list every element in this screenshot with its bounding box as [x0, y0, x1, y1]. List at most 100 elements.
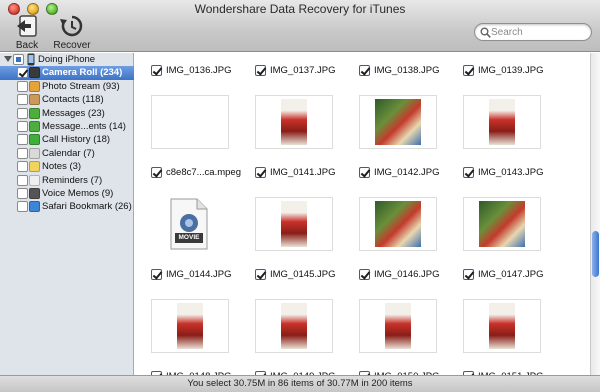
file-thumbnail[interactable]: [255, 197, 333, 251]
sidebar-item[interactable]: Calendar (7): [0, 147, 134, 160]
file-thumbnail[interactable]: MOVIE: [151, 197, 229, 251]
file-thumbnail[interactable]: [151, 95, 229, 149]
camera-icon: [29, 67, 40, 79]
file-checkbox[interactable]: [463, 167, 474, 178]
file-checkbox[interactable]: [359, 269, 370, 280]
sidebar-item-label: Message...ents (14): [42, 121, 126, 132]
file-name: IMG_0137.JPG: [270, 65, 336, 76]
file-thumbnail[interactable]: [255, 95, 333, 149]
photo-preview: [489, 99, 515, 145]
search-input[interactable]: [491, 25, 587, 39]
recover-button[interactable]: Recover: [45, 14, 99, 51]
sidebar-device-row[interactable]: Doing iPhone: [0, 53, 134, 66]
photo-preview: [385, 303, 411, 349]
voice-memos-icon: [29, 188, 40, 199]
sidebar-item[interactable]: Notes (3): [0, 160, 134, 173]
sidebar-item-checkbox[interactable]: [17, 174, 28, 186]
sidebar-item[interactable]: Safari Bookmark (26): [0, 200, 134, 213]
file-name: IMG_0142.JPG: [374, 167, 440, 178]
file-checkbox[interactable]: [151, 167, 162, 178]
file-checkbox[interactable]: [255, 167, 266, 178]
sidebar-item[interactable]: Reminders (7): [0, 174, 134, 187]
photo-preview: [375, 99, 421, 145]
file-thumbnail[interactable]: [463, 197, 541, 251]
file-name: IMG_0141.JPG: [270, 167, 336, 178]
back-icon: [17, 15, 37, 37]
phone-icon: [29, 134, 40, 146]
sidebar-item-checkbox[interactable]: [17, 147, 28, 159]
sidebar-item-checkbox[interactable]: [17, 188, 28, 199]
sidebar-item-label: Calendar (7): [42, 147, 95, 159]
file-thumbnail[interactable]: [359, 197, 437, 251]
sidebar-item-checkbox[interactable]: [17, 121, 28, 132]
file-checkbox[interactable]: [359, 167, 370, 178]
sidebar-item-checkbox[interactable]: [17, 201, 28, 213]
sidebar-item-checkbox[interactable]: [17, 94, 28, 106]
sidebar-item[interactable]: Call History (18): [0, 133, 134, 146]
file-name: IMG_0138.JPG: [374, 65, 440, 76]
sidebar-item[interactable]: Camera Roll (234): [0, 66, 134, 80]
recover-label: Recover: [53, 40, 91, 51]
messages-icon: [29, 107, 40, 119]
sidebar-item-label: Camera Roll (234): [42, 67, 123, 79]
file-name: IMG_0139.JPG: [478, 65, 544, 76]
file-caption: IMG_0139.JPG: [463, 64, 559, 78]
disclosure-triangle-icon[interactable]: [4, 56, 12, 62]
file-caption: IMG_0146.JPG: [359, 268, 455, 282]
file-checkbox[interactable]: [463, 269, 474, 280]
sidebar-item-label: Reminders (7): [42, 174, 103, 186]
file-caption: IMG_0136.JPG: [151, 64, 247, 78]
sidebar-item-label: Photo Stream (93): [42, 80, 120, 92]
file-thumbnail[interactable]: [151, 299, 229, 353]
recover-icon: [60, 15, 83, 37]
photo-preview: [281, 303, 307, 349]
scrollbar-thumb[interactable]: [592, 231, 599, 277]
sidebar-item-checkbox[interactable]: [17, 80, 28, 92]
photo-preview: [375, 201, 421, 247]
sidebar-item[interactable]: Photo Stream (93): [0, 80, 134, 93]
sidebar-item[interactable]: Message...ents (14): [0, 120, 134, 133]
file-thumbnail[interactable]: [359, 95, 437, 149]
file-checkbox[interactable]: [255, 269, 266, 280]
file-thumbnail[interactable]: [463, 299, 541, 353]
reminders-icon: [29, 174, 40, 186]
sidebar-item-label: Voice Memos (9): [42, 188, 114, 199]
file-caption: IMG_0145.JPG: [255, 268, 351, 282]
sidebar-item-checkbox[interactable]: [17, 67, 28, 79]
file-checkbox[interactable]: [255, 65, 266, 76]
sidebar-item-label: Notes (3): [42, 161, 82, 173]
file-caption: IMG_0142.JPG: [359, 166, 455, 180]
sidebar-item-label: Contacts (118): [42, 94, 104, 106]
file-checkbox[interactable]: [463, 65, 474, 76]
sidebar-item[interactable]: Messages (23): [0, 107, 134, 120]
file-thumbnail[interactable]: [359, 299, 437, 353]
file-name: IMG_0136.JPG: [166, 65, 232, 76]
sidebar-item-checkbox[interactable]: [17, 161, 28, 173]
file-name: IMG_0144.JPG: [166, 269, 232, 280]
sidebar-item[interactable]: Voice Memos (9): [0, 187, 134, 200]
vertical-scrollbar[interactable]: [590, 53, 600, 375]
file-caption: c8e8c7...ca.mpeg: [151, 166, 247, 180]
sidebar-item-checkbox[interactable]: [17, 107, 28, 119]
notes-icon: [29, 161, 40, 173]
file-thumbnail[interactable]: [255, 299, 333, 353]
sidebar-item-label: Call History (18): [42, 134, 111, 146]
message-attachments-icon: [29, 121, 40, 132]
device-checkbox[interactable]: [13, 54, 24, 65]
sidebar-item-label: Messages (23): [42, 107, 105, 119]
file-caption: IMG_0147.JPG: [463, 268, 559, 282]
photo-preview: [479, 201, 525, 247]
search-box[interactable]: [474, 23, 592, 41]
file-checkbox[interactable]: [151, 269, 162, 280]
selection-status-text: You select 30.75M in 86 items of 30.77M …: [187, 378, 413, 389]
file-checkbox[interactable]: [151, 65, 162, 76]
sidebar-item[interactable]: Contacts (118): [0, 93, 134, 106]
file-caption: IMG_0137.JPG: [255, 64, 351, 78]
photo-preview: [489, 303, 515, 349]
sidebar-item-checkbox[interactable]: [17, 134, 28, 146]
file-checkbox[interactable]: [359, 65, 370, 76]
file-name: IMG_0145.JPG: [270, 269, 336, 280]
contacts-icon: [29, 94, 40, 106]
safari-icon: [29, 201, 40, 213]
file-thumbnail[interactable]: [463, 95, 541, 149]
